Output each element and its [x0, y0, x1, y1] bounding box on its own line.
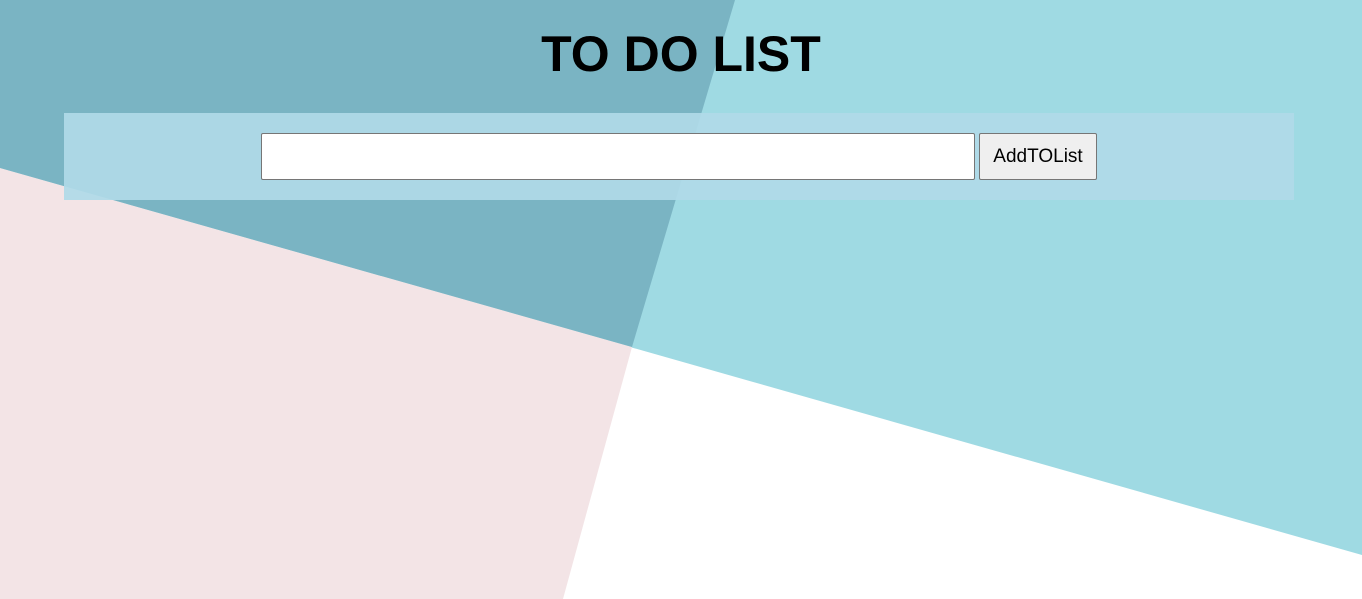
- page-title: TO DO LIST: [541, 26, 821, 82]
- background-shapes: [0, 0, 1362, 599]
- page: TO DO LIST AddTOList: [0, 0, 1362, 599]
- todo-input[interactable]: [261, 133, 975, 180]
- add-to-list-button[interactable]: AddTOList: [979, 133, 1097, 180]
